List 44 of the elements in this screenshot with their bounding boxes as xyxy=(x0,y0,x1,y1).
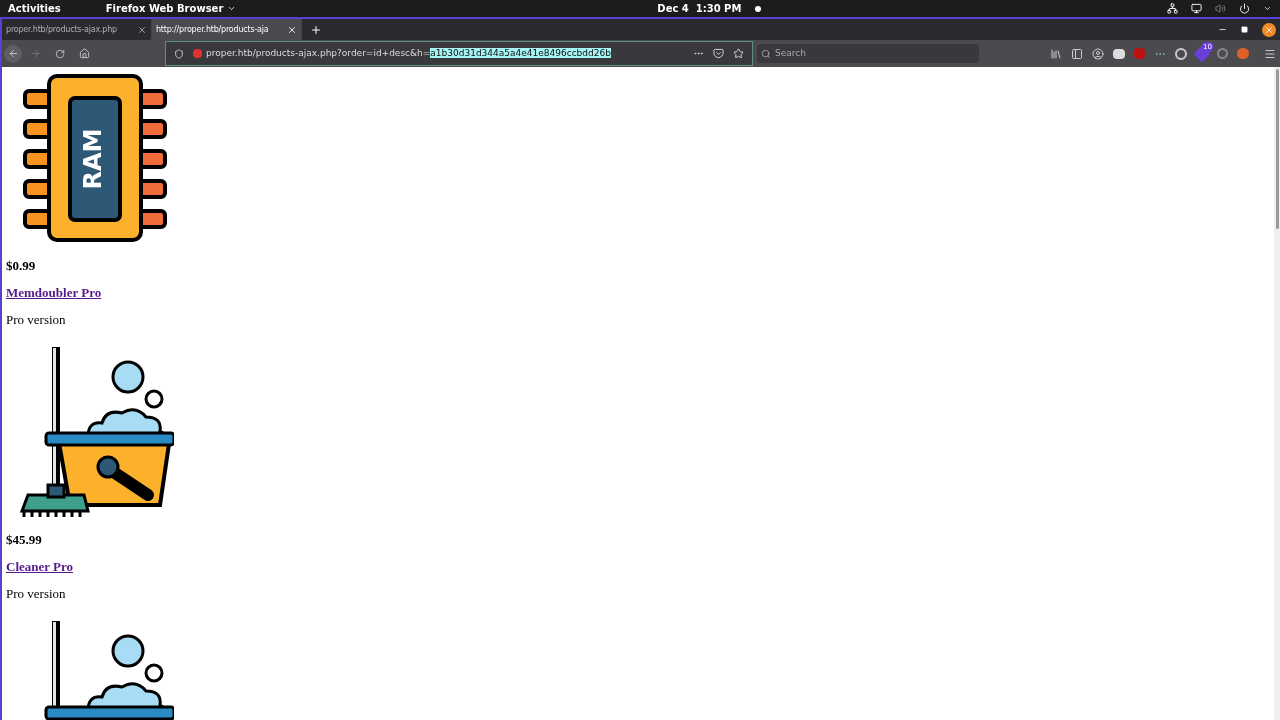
account-icon xyxy=(1092,47,1104,60)
bookmark-star-icon xyxy=(733,48,744,59)
close-window-icon[interactable] xyxy=(1262,22,1276,37)
clock[interactable]: Dec 4 1:30 PM xyxy=(657,1,742,16)
forward-icon xyxy=(30,48,41,59)
shield-icon xyxy=(174,48,184,59)
search-icon xyxy=(761,48,771,59)
back-button[interactable] xyxy=(4,44,22,63)
caret-icon xyxy=(1263,4,1272,13)
product-description: Pro version xyxy=(6,312,66,328)
volume-icon xyxy=(1215,3,1226,14)
menu-icon xyxy=(1264,47,1276,60)
close-icon xyxy=(287,24,297,35)
search-placeholder: Search xyxy=(775,46,806,60)
product-description: Pro version xyxy=(6,586,66,602)
ram-chip-drawing: RAM xyxy=(23,73,167,243)
caret-icon xyxy=(227,4,237,13)
sidebar-icon xyxy=(1071,47,1083,60)
product-link[interactable]: Cleaner Pro xyxy=(6,559,74,575)
back-arrow-icon xyxy=(7,48,19,59)
product-price: $45.99 xyxy=(6,532,42,548)
maximize-icon xyxy=(1241,26,1248,33)
search-field[interactable]: Search xyxy=(757,44,979,63)
extension-icon[interactable] xyxy=(1113,48,1125,59)
extension-icon[interactable] xyxy=(1175,47,1187,60)
power-icon xyxy=(1239,3,1250,14)
tab-title: http://proper.htb/products-aja xyxy=(156,23,270,36)
address-bar[interactable]: proper.htb/products-ajax.php?order=id+desc&h=a1b30d31d344a5a4e41e8496ccbdd26b xyxy=(165,41,753,66)
scrollbar[interactable] xyxy=(1274,67,1280,720)
product-link[interactable]: Memdoubler Pro xyxy=(6,285,102,301)
app-menu[interactable]: Firefox Web Browser xyxy=(105,1,237,16)
url-text: proper.htb/products-ajax.php?order=id+desc&h=a1b30d31d344a5a4e41e8496ccbdd26b xyxy=(206,46,611,60)
network-icon xyxy=(1167,3,1178,14)
display-icon xyxy=(1191,3,1202,14)
browser-tab[interactable]: http://proper.htb/products-aja xyxy=(152,19,302,40)
tab-title: proper.htb/products-ajax.php xyxy=(6,23,118,36)
pocket-icon xyxy=(713,48,724,59)
activities-button[interactable]: Activities xyxy=(8,1,61,16)
library-icon xyxy=(1050,47,1062,60)
new-tab-icon xyxy=(310,23,322,36)
reload-icon xyxy=(55,48,65,59)
home-icon xyxy=(79,48,90,59)
product-price: $0.99 xyxy=(6,258,36,274)
close-icon xyxy=(137,24,147,35)
